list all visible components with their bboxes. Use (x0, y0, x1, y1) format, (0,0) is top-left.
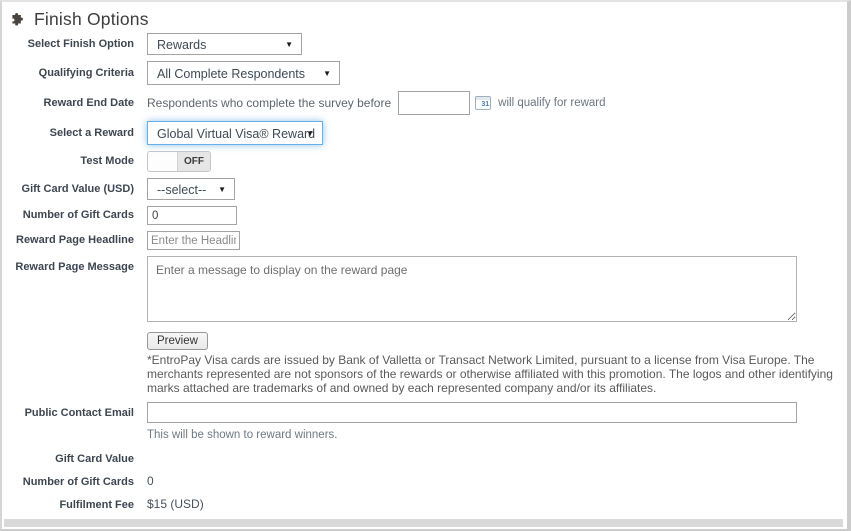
row-qualifying-criteria: Qualifying Criteria All Complete Respond… (4, 61, 843, 85)
qualifying-criteria-label: Qualifying Criteria (4, 67, 134, 80)
reward-end-date-suffix: will qualify for reward (498, 97, 605, 109)
calendar-icon[interactable]: 31 (475, 96, 491, 110)
reward-page-message-label: Reward Page Message (4, 256, 134, 274)
select-finish-option-value: Rewards (157, 38, 206, 52)
summary-fulfilment-fee-label: Fulfilment Fee (4, 499, 134, 512)
public-contact-email-label: Public Contact Email (4, 402, 134, 420)
finish-options-panel: Finish Options Select Finish Option Rewa… (4, 4, 843, 519)
puzzle-icon (11, 12, 26, 27)
summary-fulfilment-fee-row: Fulfilment Fee $15 (USD) (4, 497, 843, 512)
calendar-day-number: 31 (481, 100, 489, 109)
test-mode-label: Test Mode (4, 155, 134, 168)
row-reward-page-message: Reward Page Message (4, 256, 843, 322)
chevron-down-icon: ▼ (306, 122, 314, 146)
chevron-down-icon: ▼ (323, 62, 331, 86)
row-number-of-gift-cards: Number of Gift Cards (4, 206, 843, 225)
summary-number-of-gift-cards: 0 (147, 474, 154, 488)
reward-end-date-input[interactable] (398, 91, 470, 115)
public-contact-email-helper: This will be shown to reward winners. (147, 429, 843, 441)
summary-fulfilment-fee: $15 (USD) (147, 497, 204, 511)
gift-card-value-dropdown[interactable]: --select-- ▼ (147, 178, 235, 200)
gift-card-value-label: Gift Card Value (USD) (4, 183, 134, 196)
summary-number-of-gift-cards-label: Number of Gift Cards (4, 476, 134, 489)
row-select-a-reward: Select a Reward Global Virtual Visa® Rew… (4, 121, 843, 145)
summary-gift-card-value-row: Gift Card Value (4, 453, 843, 466)
chevron-down-icon: ▼ (285, 34, 293, 56)
select-a-reward-label: Select a Reward (4, 127, 134, 140)
charge-summary: Gift Card Value Number of Gift Cards 0 F… (4, 453, 843, 519)
number-of-gift-cards-label: Number of Gift Cards (4, 209, 134, 222)
bottom-gray-bar (4, 519, 843, 527)
reward-page-headline-label: Reward Page Headline (4, 234, 134, 247)
number-of-gift-cards-input[interactable] (147, 206, 237, 225)
page-header: Finish Options (11, 9, 843, 30)
select-a-reward-dropdown[interactable]: Global Virtual Visa® Reward ▼ (147, 121, 323, 145)
chevron-down-icon: ▼ (218, 179, 226, 201)
reward-page-headline-input[interactable] (147, 231, 240, 250)
gift-card-value-selected: --select-- (157, 183, 206, 197)
qualifying-criteria-dropdown[interactable]: All Complete Respondents ▼ (147, 61, 340, 85)
page-title: Finish Options (34, 9, 149, 30)
row-reward-end-date: Reward End Date Respondents who complete… (4, 91, 843, 115)
row-public-contact-email: Public Contact Email (4, 402, 843, 423)
select-finish-option-dropdown[interactable]: Rewards ▼ (147, 33, 302, 55)
row-select-finish-option: Select Finish Option Rewards ▼ (4, 33, 843, 55)
test-mode-toggle[interactable]: OFF (147, 151, 211, 172)
toggle-knob (148, 152, 178, 171)
page-frame: Finish Options Select Finish Option Rewa… (0, 0, 851, 531)
reward-end-date-prefix: Respondents who complete the survey befo… (147, 96, 391, 110)
row-test-mode: Test Mode OFF (4, 151, 843, 172)
public-contact-email-input[interactable] (147, 402, 797, 423)
reward-end-date-label: Reward End Date (4, 97, 134, 110)
toggle-state-label: OFF (178, 152, 210, 171)
row-reward-page-headline: Reward Page Headline (4, 231, 843, 250)
reward-page-message-textarea[interactable] (147, 256, 797, 322)
preview-button[interactable]: Preview (147, 332, 208, 350)
select-finish-option-label: Select Finish Option (4, 38, 134, 51)
select-a-reward-value: Global Virtual Visa® Reward (157, 127, 315, 141)
summary-number-of-gift-cards-row: Number of Gift Cards 0 (4, 474, 843, 489)
row-gift-card-value: Gift Card Value (USD) --select-- ▼ (4, 178, 843, 200)
qualifying-criteria-value: All Complete Respondents (157, 67, 305, 81)
summary-gift-card-value-label: Gift Card Value (4, 453, 134, 466)
entropay-disclaimer: *EntroPay Visa cards are issued by Bank … (147, 353, 841, 395)
